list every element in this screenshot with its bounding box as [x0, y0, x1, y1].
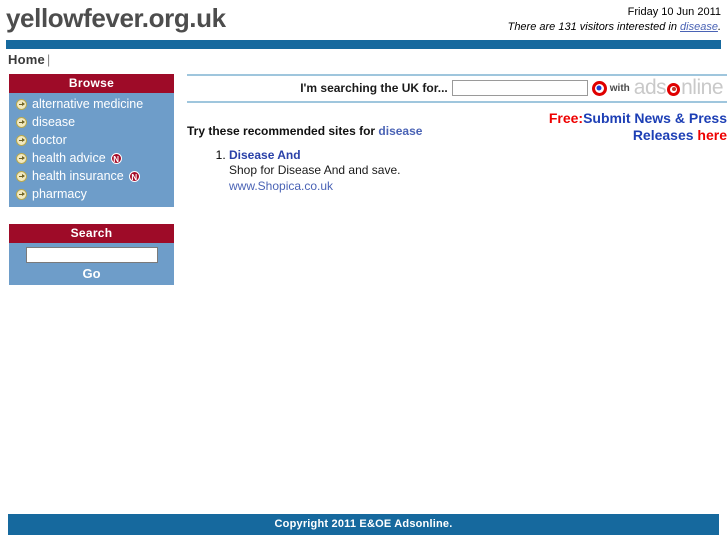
recommend-keyword: disease	[378, 124, 423, 138]
visitor-count-text: There are 131 visitors interested in	[507, 21, 681, 33]
arrow-right-icon	[16, 116, 27, 128]
search-panel-title: Search	[9, 224, 174, 243]
browse-panel: Browse alternative medicine disease doct…	[8, 73, 175, 208]
arrow-right-icon	[16, 152, 27, 164]
sidebar-item-label[interactable]: doctor	[32, 132, 67, 148]
sidebar-item-doctor[interactable]: doctor	[9, 131, 174, 149]
result-url-link[interactable]: www.Shopica.co.uk	[229, 179, 727, 193]
adsonline-logo-part1: ads	[633, 76, 667, 99]
sidebar: Browse alternative medicine disease doct…	[8, 73, 175, 301]
uk-search-bar: I'm searching the UK for... with ads nlin…	[187, 74, 727, 103]
recommend-prefix: Try these recommended sites for	[187, 124, 379, 138]
uk-search-input[interactable]	[451, 80, 588, 96]
sidebar-item-pharmacy[interactable]: pharmacy	[9, 185, 174, 203]
page-header: yellowfever.org.uk Friday 10 Jun 2011 Th…	[0, 0, 727, 40]
visitor-suffix: .	[717, 21, 721, 33]
sidebar-item-label[interactable]: health insurance	[32, 168, 124, 184]
header-divider-bar	[6, 40, 721, 49]
new-badge-icon: N	[128, 170, 140, 182]
sidebar-item-health-insurance[interactable]: health insurance N	[9, 167, 174, 185]
arrow-right-icon	[16, 134, 27, 146]
results-list: Disease And Shop for Disease And and sav…	[187, 148, 727, 193]
current-date: Friday 10 Jun 2011	[627, 6, 721, 18]
promo-here-link[interactable]: here	[697, 127, 727, 143]
site-title: yellowfever.org.uk	[6, 3, 226, 33]
uk-search-label: I'm searching the UK for...	[300, 81, 448, 95]
sidebar-search-go-button[interactable]: Go	[82, 266, 100, 281]
page-layout: Browse alternative medicine disease doct…	[0, 73, 727, 301]
new-badge-icon: N	[110, 152, 122, 164]
sidebar-item-disease[interactable]: disease	[9, 113, 174, 131]
target-radio-icon[interactable]	[591, 80, 607, 96]
sidebar-item-label[interactable]: health advice	[32, 150, 106, 166]
arrow-right-icon	[16, 98, 27, 110]
result-title-link[interactable]: Disease And	[229, 148, 727, 162]
page-footer: Copyright 2011 E&OE Adsonline.	[8, 514, 719, 535]
header-meta: Friday 10 Jun 2011 There are 131 visitor…	[508, 5, 721, 34]
sidebar-item-label[interactable]: disease	[32, 114, 75, 130]
visitor-keyword-link[interactable]: disease	[680, 21, 718, 33]
results-area: Free:Submit News & Press Releases here T…	[187, 110, 727, 193]
adsonline-logo-target-icon	[667, 82, 681, 96]
main-content: I'm searching the UK for... with ads nlin…	[187, 73, 727, 201]
adsonline-logo: ads nline	[633, 76, 724, 99]
result-description: Shop for Disease And and save.	[229, 163, 401, 177]
arrow-right-icon	[16, 188, 27, 200]
sidebar-item-label[interactable]: pharmacy	[32, 186, 87, 202]
nav-item-home[interactable]: Home	[8, 52, 45, 67]
with-label: with	[609, 82, 630, 94]
sidebar-item-alternative-medicine[interactable]: alternative medicine	[9, 95, 174, 113]
nav-separator: |	[46, 52, 51, 67]
browse-panel-title: Browse	[9, 74, 174, 93]
promo-free-label: Free:	[548, 110, 584, 126]
promo-banner[interactable]: Free:Submit News & Press Releases here	[527, 110, 727, 144]
search-panel-body: Go	[9, 243, 174, 285]
adsonline-logo-part2: nline	[681, 76, 723, 99]
sidebar-item-label[interactable]: alternative medicine	[32, 96, 143, 112]
arrow-right-icon	[16, 170, 27, 182]
list-item: Disease And Shop for Disease And and sav…	[229, 148, 727, 193]
breadcrumb: Home |	[0, 49, 727, 73]
browse-panel-body: alternative medicine disease doctor heal…	[9, 93, 174, 207]
sidebar-search-input[interactable]	[25, 247, 158, 263]
search-panel: Search Go	[8, 223, 175, 286]
sidebar-item-health-advice[interactable]: health advice N	[9, 149, 174, 167]
visitor-count-line: There are 131 visitors interested in dis…	[508, 20, 721, 34]
